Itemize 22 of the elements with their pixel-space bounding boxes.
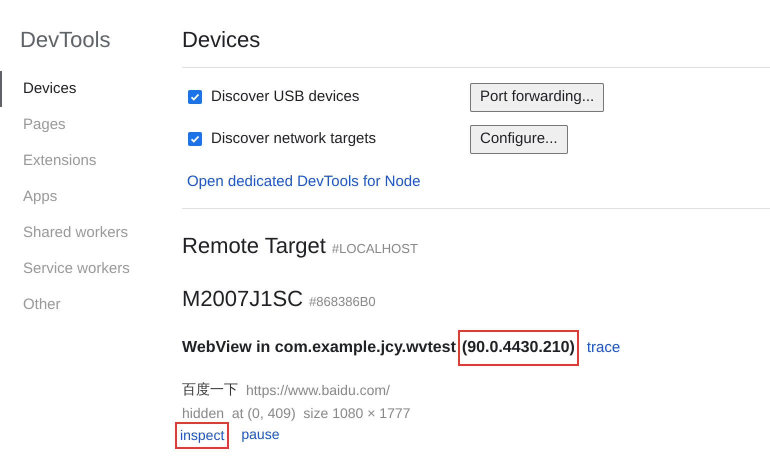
trace-link[interactable]: trace (586, 336, 620, 360)
device-serial: #868386B0 (309, 293, 376, 311)
browser-name: WebView in com.example.jcy.wvtest (182, 338, 456, 358)
sidebar-title: DevTools (19, 26, 112, 54)
action-link[interactable]: pause (241, 424, 280, 447)
option-button[interactable]: Port forwarding... (470, 82, 604, 112)
option-label: Discover USB devices (211, 86, 360, 107)
target-url: https://www.baidu.com/ (246, 381, 390, 400)
checkbox[interactable] (188, 132, 202, 146)
option-button[interactable]: Configure... (470, 124, 568, 154)
host-tag: #LOCALHOST (332, 239, 418, 258)
checkbox[interactable] (188, 90, 202, 104)
device-name: M2007J1SC (182, 285, 304, 313)
option-label: Discover network targets (211, 128, 378, 149)
sidebar-item[interactable]: Devices (0, 71, 160, 107)
page-title: Devices (182, 26, 262, 54)
section-title: Remote Target (182, 232, 326, 260)
target-details: hidden at (0, 409) size 1080 × 1777 (182, 404, 412, 423)
node-devtools-link[interactable]: Open dedicated DevTools for Node (187, 173, 420, 190)
highlighted-version: (90.0.4430.210) (460, 332, 577, 364)
highlighted-action-link[interactable]: inspect (177, 424, 228, 447)
target-title: 百度一下 (182, 381, 238, 400)
